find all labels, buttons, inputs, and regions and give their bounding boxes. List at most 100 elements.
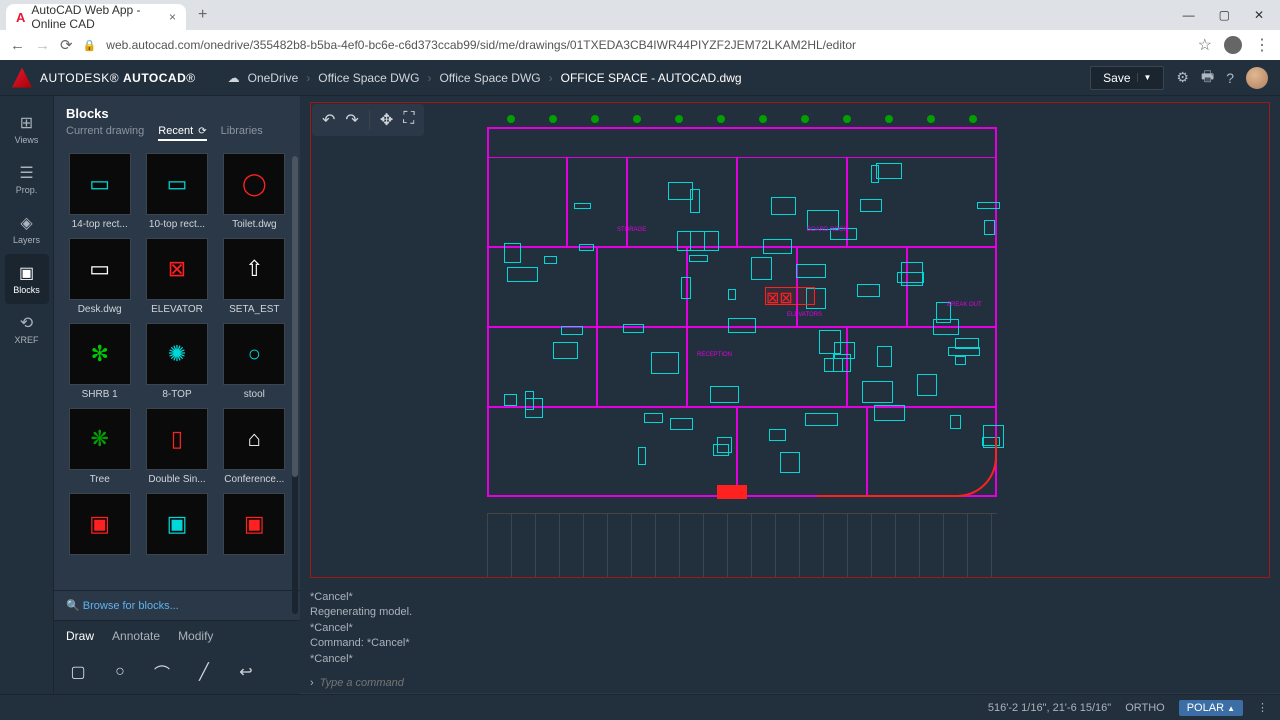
browser-tab-bar: A AutoCAD Web App - Online CAD × + — ▢ ✕ bbox=[0, 0, 1280, 30]
panel-title: Blocks bbox=[54, 96, 300, 125]
log-line: *Cancel* bbox=[310, 652, 1270, 667]
breadcrumb: ☁ OneDrive › Office Space DWG › Office S… bbox=[228, 71, 742, 85]
drawing-canvas[interactable]: STORAGEBOARD ROOMELEVATORSRECEPTIONBREAK… bbox=[310, 102, 1270, 578]
command-input[interactable] bbox=[320, 677, 1270, 689]
block-item[interactable]: ▣ bbox=[219, 493, 290, 559]
ribbon-tab-modify[interactable]: Modify bbox=[178, 629, 213, 643]
window-controls: — ▢ ✕ bbox=[1183, 8, 1274, 22]
prop.-icon: ☰ bbox=[19, 163, 33, 183]
rail-item-xref[interactable]: ⟲XREF bbox=[5, 304, 49, 354]
command-line[interactable]: › bbox=[300, 673, 1280, 694]
block-thumbnail: ○ bbox=[223, 323, 285, 385]
ribbon-tab-annotate[interactable]: Annotate bbox=[112, 629, 160, 643]
browser-tab[interactable]: A AutoCAD Web App - Online CAD × bbox=[6, 4, 186, 30]
new-tab-button[interactable]: + bbox=[198, 6, 207, 24]
block-thumbnail: ⌂ bbox=[223, 408, 285, 470]
xref-icon: ⟲ bbox=[20, 313, 33, 333]
user-avatar[interactable] bbox=[1246, 67, 1268, 89]
block-label: 10-top rect... bbox=[149, 219, 205, 230]
close-window-icon[interactable]: ✕ bbox=[1254, 8, 1264, 22]
breadcrumb-item[interactable]: OFFICE SPACE - AUTOCAD.dwg bbox=[561, 71, 742, 85]
room-label: BREAK OUT bbox=[947, 302, 982, 308]
ortho-toggle[interactable]: ORTHO bbox=[1125, 702, 1165, 714]
polyline-tool-icon[interactable]: ↩ bbox=[234, 660, 258, 684]
line-tool-icon[interactable]: ╱ bbox=[192, 660, 216, 684]
room-label: STORAGE bbox=[617, 227, 646, 233]
breadcrumb-item[interactable]: Office Space DWG bbox=[318, 71, 419, 85]
log-line: Command: *Cancel* bbox=[310, 636, 1270, 651]
block-item[interactable]: ❋Tree bbox=[64, 408, 135, 485]
block-thumbnail: ✻ bbox=[69, 323, 131, 385]
blocks-icon: ▣ bbox=[19, 263, 34, 283]
forward-icon[interactable]: → bbox=[35, 37, 50, 54]
block-thumbnail: ▭ bbox=[69, 153, 131, 215]
rail-item-layers[interactable]: ◈Layers bbox=[5, 204, 49, 254]
settings-icon[interactable]: ⚙ bbox=[1176, 69, 1189, 86]
block-label: 14-top rect... bbox=[72, 219, 128, 230]
block-item[interactable]: ▣ bbox=[141, 493, 212, 559]
browse-blocks-link[interactable]: 🔍 Browse for blocks... bbox=[54, 590, 300, 620]
block-item[interactable]: ▭Desk.dwg bbox=[64, 238, 135, 315]
block-item[interactable]: ⇧SETA_EST bbox=[219, 238, 290, 315]
reload-icon[interactable]: ⟳ bbox=[60, 36, 73, 54]
profile-icon[interactable] bbox=[1224, 36, 1242, 54]
close-tab-icon[interactable]: × bbox=[169, 10, 176, 24]
undo-icon[interactable]: ↶ bbox=[322, 110, 335, 130]
scrollbar[interactable] bbox=[292, 156, 298, 614]
draw-tools: ▢ ○ ⌒ ╱ ↩ bbox=[54, 650, 300, 694]
block-thumbnail: ▣ bbox=[223, 493, 285, 555]
help-icon[interactable]: ? bbox=[1226, 70, 1234, 86]
breadcrumb-item[interactable]: OneDrive bbox=[248, 71, 299, 85]
app-logo[interactable]: AUTODESK® AUTOCAD® bbox=[12, 68, 196, 88]
block-item[interactable]: ✺8-TOP bbox=[141, 323, 212, 400]
bookmark-icon[interactable]: ☆ bbox=[1198, 35, 1212, 55]
rectangle-tool-icon[interactable]: ▢ bbox=[66, 660, 90, 684]
rail-item-blocks[interactable]: ▣Blocks bbox=[5, 254, 49, 304]
zoom-extents-icon[interactable]: ⛶ bbox=[403, 110, 414, 130]
autocad-favicon-icon: A bbox=[16, 10, 25, 25]
back-icon[interactable]: ← bbox=[10, 37, 25, 54]
pan-icon[interactable]: ✥ bbox=[380, 110, 393, 130]
circle-tool-icon[interactable]: ○ bbox=[108, 660, 132, 684]
log-line: *Cancel* bbox=[310, 621, 1270, 636]
block-item[interactable]: ○stool bbox=[219, 323, 290, 400]
block-item[interactable]: ▯Double Sin... bbox=[141, 408, 212, 485]
block-label: Desk.dwg bbox=[78, 304, 122, 315]
block-thumbnail: ▣ bbox=[69, 493, 131, 555]
block-item[interactable]: ✻SHRB 1 bbox=[64, 323, 135, 400]
print-icon[interactable]: 🖶 bbox=[1201, 66, 1214, 90]
panel-tab-current-drawing[interactable]: Current drawing bbox=[66, 125, 144, 141]
panel-tab-libraries[interactable]: Libraries bbox=[221, 125, 263, 141]
refresh-icon[interactable]: ⟳ bbox=[198, 126, 206, 137]
minimize-icon[interactable]: — bbox=[1183, 8, 1195, 22]
block-label: Tree bbox=[90, 474, 110, 485]
rail-item-views[interactable]: ⊞Views bbox=[5, 104, 49, 154]
ribbon-tab-draw[interactable]: Draw bbox=[66, 629, 94, 643]
block-item[interactable]: ▭10-top rect... bbox=[141, 153, 212, 230]
polar-toggle[interactable]: POLAR ▲ bbox=[1179, 700, 1243, 716]
panel-tabs: Current drawing Recent ⟳ Libraries bbox=[54, 125, 300, 149]
canvas-area: ↶ ↷ ✥ ⛶ STORAGEBOARD ROOMELEVATORSRECEPT… bbox=[300, 96, 1280, 694]
lock-icon[interactable]: 🔒 bbox=[83, 39, 97, 52]
block-thumbnail: ▯ bbox=[146, 408, 208, 470]
block-item[interactable]: ▣ bbox=[64, 493, 135, 559]
save-dropdown-icon[interactable]: ▼ bbox=[1137, 73, 1152, 82]
block-item[interactable]: ◯Toilet.dwg bbox=[219, 153, 290, 230]
maximize-icon[interactable]: ▢ bbox=[1219, 8, 1230, 22]
redo-icon[interactable]: ↷ bbox=[345, 110, 358, 130]
scrollbar-thumb[interactable] bbox=[292, 156, 298, 477]
menu-icon[interactable]: ⋮ bbox=[1254, 35, 1270, 55]
panel-tab-recent[interactable]: Recent ⟳ bbox=[158, 125, 206, 141]
url-text[interactable]: web.autocad.com/onedrive/355482b8-b5ba-4… bbox=[106, 38, 1187, 52]
status-menu-icon[interactable]: ⋮ bbox=[1257, 701, 1268, 714]
autocad-app: AUTODESK® AUTOCAD® ☁ OneDrive › Office S… bbox=[0, 60, 1280, 720]
block-item[interactable]: ▭ 14-top rect... bbox=[64, 153, 135, 230]
block-item[interactable]: ⊠ELEVATOR bbox=[141, 238, 212, 315]
chevron-right-icon: › bbox=[549, 71, 553, 85]
save-button[interactable]: Save ▼ bbox=[1090, 66, 1164, 90]
rail-item-prop[interactable]: ☰Prop. bbox=[5, 154, 49, 204]
block-item[interactable]: ⌂Conference... bbox=[219, 408, 290, 485]
arc-tool-icon[interactable]: ⌒ bbox=[150, 660, 174, 684]
breadcrumb-item[interactable]: Office Space DWG bbox=[439, 71, 540, 85]
block-grid: ▭ 14-top rect... ▭10-top rect...◯Toilet.dw… bbox=[54, 149, 300, 590]
